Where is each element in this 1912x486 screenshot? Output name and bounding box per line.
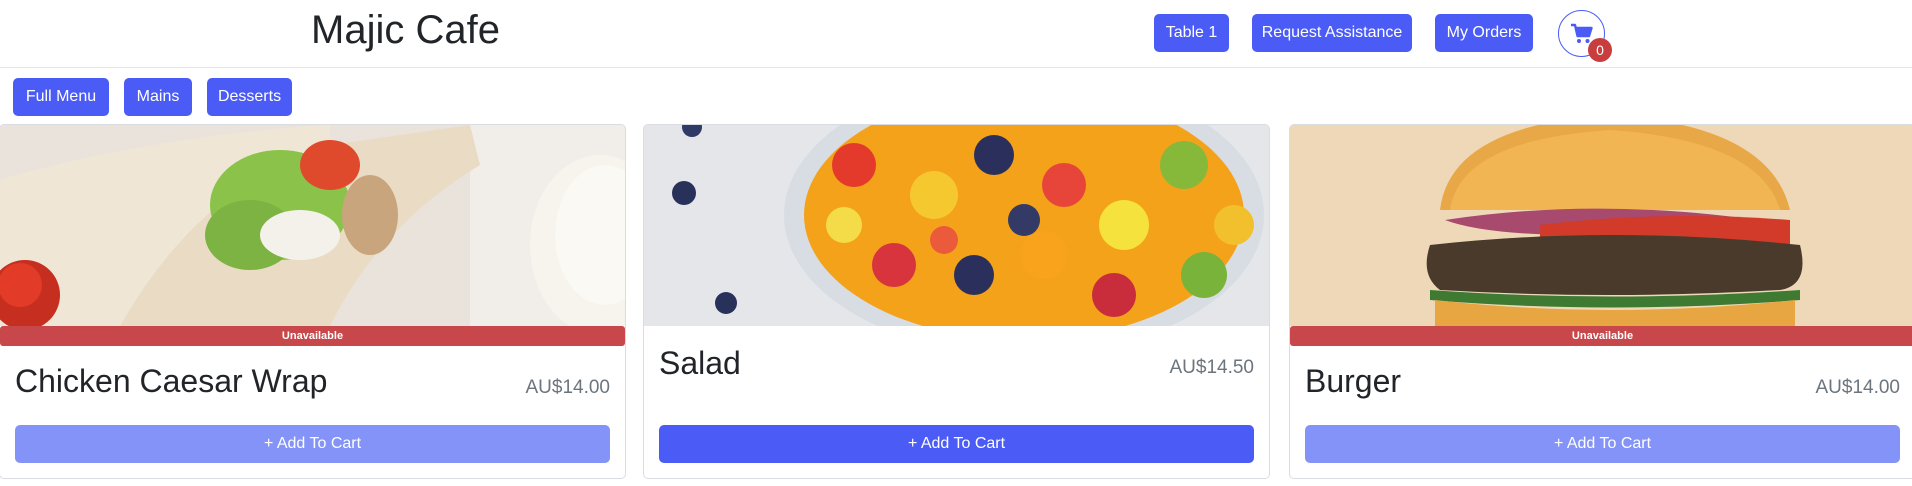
menu-card-burger: Unavailable Burger AU$14.00 + Add To Car…	[1289, 124, 1912, 479]
burger-image	[1290, 125, 1912, 326]
cart-icon	[1570, 23, 1593, 43]
item-price: AU$14.00	[1815, 377, 1900, 398]
filter-mains[interactable]: Mains	[124, 78, 192, 116]
navbar: Majic Cafe Table 1 Request Assistance My…	[0, 0, 1912, 68]
brand-title[interactable]: Majic Cafe	[311, 6, 500, 54]
item-price: AU$14.50	[1169, 357, 1254, 378]
chicken-caesar-wrap-image	[0, 125, 625, 326]
item-name: Chicken Caesar Wrap	[15, 363, 328, 399]
add-to-cart-button[interactable]: + Add To Cart	[659, 425, 1254, 463]
menu-card-chicken-caesar-wrap: Unavailable Chicken Caesar Wrap AU$14.00…	[0, 124, 626, 479]
request-assistance-button[interactable]: Request Assistance	[1252, 14, 1412, 52]
item-price: AU$14.00	[525, 377, 610, 398]
fruit-salad-image	[644, 125, 1269, 326]
filter-full-menu[interactable]: Full Menu	[13, 78, 109, 116]
unavailable-badge: Unavailable	[0, 326, 625, 346]
cart-count-badge: 0	[1588, 38, 1612, 62]
item-name: Burger	[1305, 363, 1402, 399]
my-orders-button[interactable]: My Orders	[1435, 14, 1533, 52]
item-name: Salad	[659, 345, 741, 381]
add-to-cart-button[interactable]: + Add To Cart	[15, 425, 610, 463]
unavailable-badge: Unavailable	[1290, 326, 1912, 346]
menu-card-salad: Salad AU$14.50 + Add To Cart	[643, 124, 1270, 479]
table-button[interactable]: Table 1	[1154, 14, 1229, 52]
add-to-cart-button[interactable]: + Add To Cart	[1305, 425, 1900, 463]
filter-desserts[interactable]: Desserts	[207, 78, 292, 116]
